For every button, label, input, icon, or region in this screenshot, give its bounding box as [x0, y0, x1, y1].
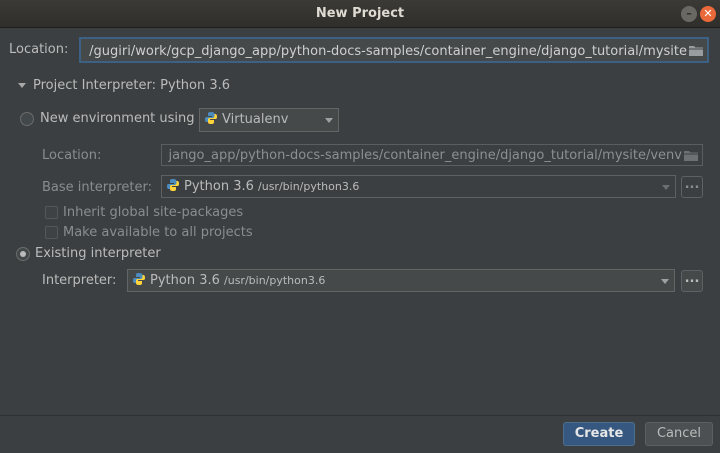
close-icon[interactable]: ✕	[700, 6, 716, 22]
virtualenv-icon	[205, 112, 217, 124]
base-interpreter-path: /usr/bin/python3.6	[258, 180, 360, 193]
chevron-down-icon	[661, 279, 669, 284]
env-location-input[interactable]: jango_app/python-docs-samples/container_…	[161, 144, 703, 166]
base-interpreter-browse-button[interactable]: ...	[681, 176, 703, 198]
collapse-triangle-icon[interactable]	[18, 83, 26, 88]
footer-separator	[0, 415, 720, 416]
make-available-label[interactable]: Make available to all projects	[63, 225, 253, 240]
interpreter-section-label[interactable]: Project Interpreter: Python 3.6	[33, 78, 230, 93]
chevron-down-icon	[325, 118, 333, 123]
env-location-label: Location:	[42, 148, 102, 163]
base-interpreter-name: Python 3.6	[184, 179, 254, 194]
environment-tool-value: Virtualenv	[222, 112, 289, 127]
inherit-global-checkbox[interactable]	[45, 206, 58, 219]
cancel-button[interactable]: Cancel	[645, 422, 713, 446]
folder-icon[interactable]	[683, 149, 699, 162]
base-interpreter-select[interactable]: Python 3.6 /usr/bin/python3.6	[161, 175, 676, 198]
new-environment-label[interactable]: New environment using	[40, 111, 195, 126]
interpreter-browse-button[interactable]: ...	[681, 270, 703, 292]
interpreter-path: /usr/bin/python3.6	[224, 274, 326, 287]
location-input[interactable]: /gugiri/work/gcp_django_app/python-docs-…	[79, 37, 709, 63]
environment-tool-select[interactable]: Virtualenv	[199, 108, 339, 132]
chevron-down-icon	[662, 185, 670, 190]
minimize-icon[interactable]: –	[681, 6, 697, 22]
python-icon	[133, 273, 145, 285]
window-title: New Project	[315, 6, 405, 21]
env-location-value: jango_app/python-docs-samples/container_…	[168, 148, 682, 163]
existing-interpreter-label[interactable]: Existing interpreter	[35, 246, 161, 261]
inherit-global-label[interactable]: Inherit global site-packages	[63, 205, 243, 220]
make-available-checkbox[interactable]	[45, 226, 58, 239]
interpreter-select[interactable]: Python 3.6 /usr/bin/python3.6	[127, 269, 675, 292]
interpreter-label: Interpreter:	[42, 273, 117, 288]
interpreter-name: Python 3.6	[150, 273, 220, 288]
title-bar: New Project – ✕	[0, 0, 720, 28]
existing-interpreter-radio[interactable]	[16, 247, 30, 261]
python-icon	[167, 179, 179, 191]
location-value: /gugiri/work/gcp_django_app/python-docs-…	[89, 44, 687, 59]
folder-icon[interactable]	[688, 44, 704, 57]
new-environment-radio[interactable]	[20, 112, 34, 126]
location-label: Location:	[9, 42, 69, 57]
base-interpreter-label: Base interpreter:	[42, 180, 152, 195]
create-button[interactable]: Create	[563, 422, 635, 446]
